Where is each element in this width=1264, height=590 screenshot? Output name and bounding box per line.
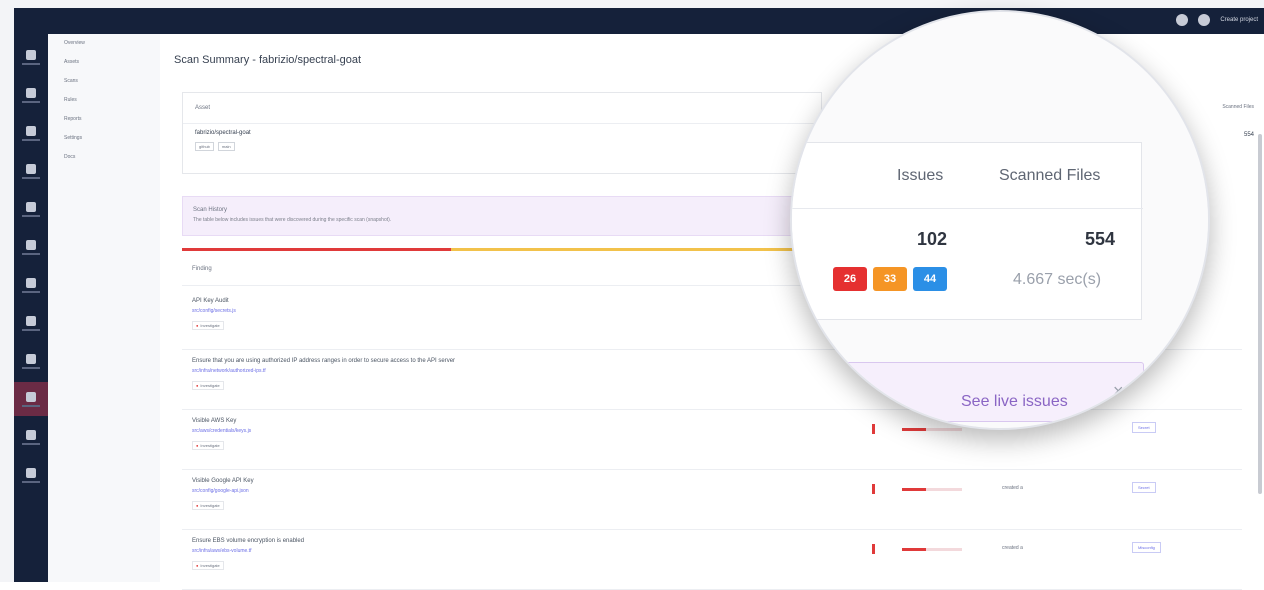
risk-bar [902, 548, 962, 551]
finding-row[interactable]: Ensure EBS volume encryption is enabled s… [182, 530, 1242, 590]
live-issues-banner: See live issues × [836, 362, 1144, 422]
severity-badges: 26 33 44 [833, 267, 947, 291]
rail-item-alerts[interactable] [14, 116, 48, 150]
asset-chips: github main [183, 142, 821, 151]
scan-stats-panel: Issues Scanned Files 102 554 26 33 44 4.66… [792, 142, 1143, 320]
runtime-icon [26, 315, 36, 326]
rail-item-label [22, 480, 40, 483]
sub-navigation: Overview Assets Scans Rules Reports Settings D… [48, 34, 160, 582]
rail-item-label [22, 138, 40, 141]
magnifier-lens: Issues Scanned Files 102 554 26 33 44 4.66… [790, 10, 1210, 430]
finding-stat: created a [1002, 485, 1023, 491]
severity-marker [872, 544, 875, 554]
finding-tag: Misconfig [1132, 542, 1161, 553]
severity-badge[interactable]: 26 [833, 267, 867, 291]
gear-icon [26, 429, 36, 440]
finding-location-link[interactable]: src/infra/aws/ebs-volume.tf [192, 548, 1232, 554]
api-icon [26, 239, 36, 250]
rail-item-api[interactable] [14, 230, 48, 264]
finding-location-link[interactable]: src/config/google-api.json [192, 488, 1232, 494]
rail-item-container[interactable] [14, 154, 48, 188]
scan-history-text: The table below includes issues that wer… [193, 217, 392, 223]
rail-item-label [22, 176, 40, 179]
subnav-item[interactable]: Docs [48, 148, 160, 167]
issues-header: Issues [897, 167, 944, 184]
subnav-item[interactable]: Scans [48, 72, 160, 91]
shield-icon [26, 125, 36, 136]
rail-item-account[interactable] [14, 458, 48, 492]
rail-item-integrations[interactable] [14, 344, 48, 378]
scanned-files-header: Scanned Files [999, 167, 1101, 184]
finding-status: Investigate [192, 321, 224, 330]
risk-bar [902, 428, 962, 431]
asset-repo[interactable]: fabrizio/spectral-goat [183, 124, 821, 142]
rail-item-label [22, 100, 40, 103]
close-icon[interactable]: × [1113, 381, 1124, 402]
finding-status: Investigate [192, 561, 224, 570]
severity-badge[interactable]: 44 [913, 267, 947, 291]
finding-status: Investigate [192, 381, 224, 390]
subnav-item[interactable]: Overview [48, 34, 160, 53]
subnav-item[interactable]: Rules [48, 91, 160, 110]
asset-chip: github [195, 142, 214, 151]
subnav-item[interactable]: Assets [48, 53, 160, 72]
rail-item-runtime[interactable] [14, 306, 48, 340]
rail-item-label [22, 252, 40, 255]
rail-item-assets[interactable] [14, 78, 48, 112]
rail-item-label [22, 404, 40, 407]
rail-item-label [22, 62, 40, 65]
network-icon [26, 201, 36, 212]
subnav-item[interactable]: Settings [48, 129, 160, 148]
asset-header: Asset [183, 93, 821, 124]
secret-icon [26, 391, 36, 402]
severity-distribution-bar [182, 248, 822, 251]
left-rail [14, 34, 48, 582]
app-frame: Create project Overview Assets Scans Rules R… [0, 0, 1264, 590]
rail-item-label [22, 214, 40, 217]
severity-badge[interactable]: 33 [873, 267, 907, 291]
rail-item-network[interactable] [14, 192, 48, 226]
finding-status: Investigate [192, 501, 224, 510]
finding-status: Investigate [192, 441, 224, 450]
rail-item-overview[interactable] [14, 40, 48, 74]
rail-item-settings[interactable] [14, 420, 48, 454]
finding-name: Ensure EBS volume encryption is enabled [192, 538, 305, 544]
finding-stat: created a [1002, 545, 1023, 551]
risk-bar [902, 488, 962, 491]
asset-chip: main [217, 142, 235, 151]
scan-icon [26, 277, 36, 288]
see-live-issues-link[interactable]: See live issues [961, 393, 1068, 411]
findings-column-header: Finding [182, 256, 822, 286]
rail-item-secrets[interactable] [14, 382, 48, 416]
finding-tag: Secret [1132, 482, 1156, 493]
finding-row[interactable]: Visible Google API Key src/config/google-… [182, 470, 1242, 530]
page-title: Scan Summary - fabrizio/spectral-goat [174, 54, 362, 66]
user-icon [26, 467, 36, 478]
severity-marker [872, 484, 875, 494]
issues-count: 102 [917, 229, 948, 249]
scanned-files-count: 554 [1085, 229, 1116, 249]
subnav-item[interactable]: Reports [48, 110, 160, 129]
create-project-button[interactable]: Create project [1220, 17, 1258, 23]
server-icon [26, 87, 36, 98]
finding-location-link[interactable]: src/aws/credentials/keys.js [192, 428, 1232, 434]
grid-icon [26, 49, 36, 60]
asset-card: Asset fabrizio/spectral-goat github main [182, 92, 822, 174]
scan-history-banner: Scan History The table below includes is… [182, 196, 822, 236]
vertical-scrollbar[interactable] [1258, 134, 1262, 494]
rail-item-label [22, 366, 40, 369]
box-icon [26, 163, 36, 174]
plug-icon [26, 353, 36, 364]
scan-duration: 4.667 sec(s) [1013, 271, 1102, 288]
rail-item-scan[interactable] [14, 268, 48, 302]
scan-history-title: Scan History [193, 207, 228, 213]
rail-item-label [22, 442, 40, 445]
rail-item-label [22, 290, 40, 293]
rail-item-label [22, 328, 40, 331]
finding-name: Visible Google API Key [192, 478, 254, 484]
